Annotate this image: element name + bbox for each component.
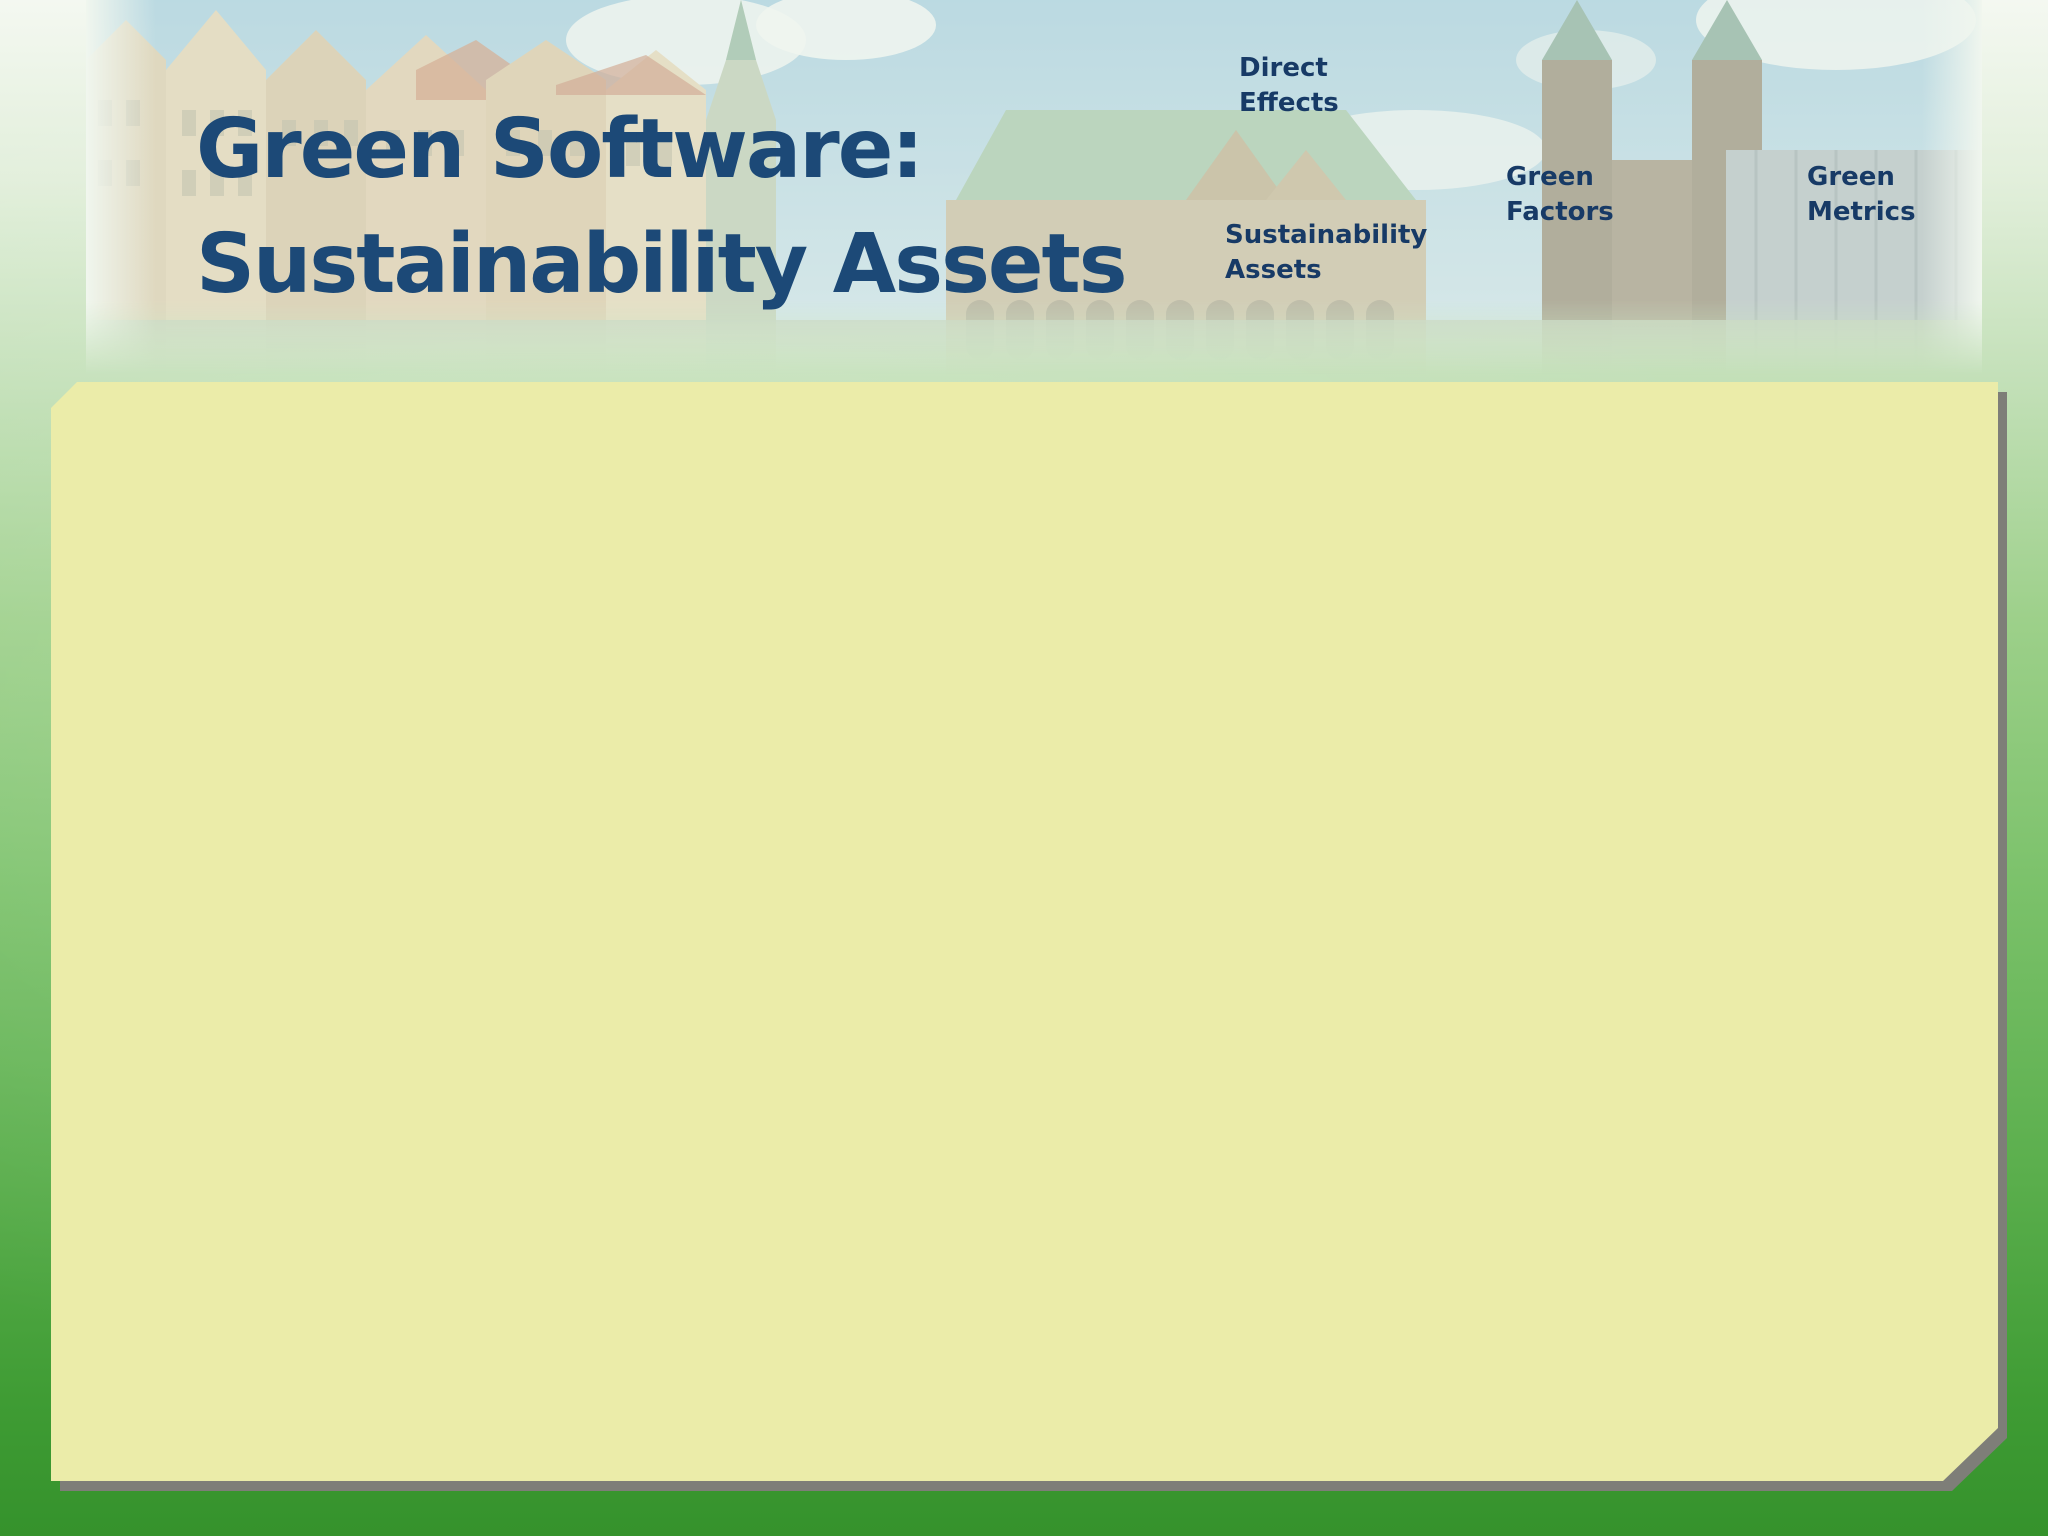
nav-link-label: Green [1506, 162, 1594, 192]
nav-link-direct-effects[interactable]: Direct Effects [1239, 51, 1339, 121]
nav-link-label: Assets [1225, 255, 1322, 285]
banner-fade [1922, 0, 1982, 375]
nav-link-green-factors[interactable]: Green Factors [1506, 160, 1614, 230]
nav-link-label: Metrics [1807, 197, 1916, 227]
banner-fade [86, 0, 156, 375]
nav-link-label: Direct [1239, 53, 1328, 83]
slide-title-line1: Green Software: [196, 102, 924, 197]
nav-link-label: Factors [1506, 197, 1614, 227]
slide-title: Green Software: Sustainability Assets [196, 92, 1128, 322]
nav-link-label: Sustainability [1225, 220, 1428, 250]
slide-title-line2: Sustainability Assets [196, 217, 1128, 312]
nav-link-green-metrics[interactable]: Green Metrics [1807, 160, 1916, 230]
nav-link-sustainability-assets[interactable]: Sustainability Assets [1225, 218, 1427, 288]
content-panel [51, 382, 1998, 1481]
nav-link-label: Effects [1239, 88, 1339, 118]
nav-link-label: Green [1807, 162, 1895, 192]
